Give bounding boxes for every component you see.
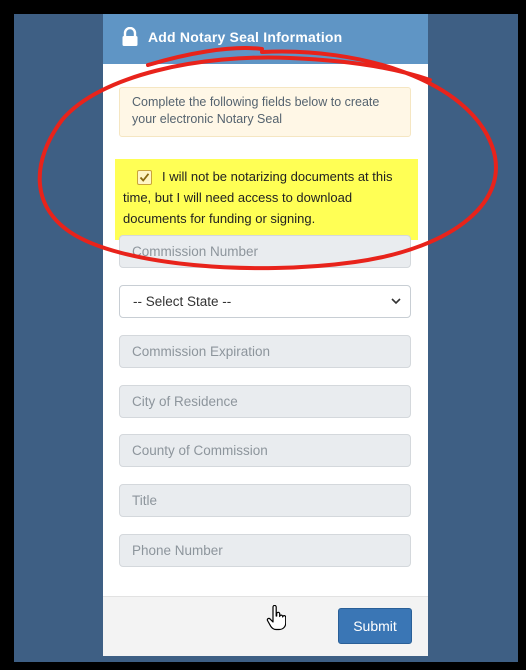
state-select-value: -- Select State --: [133, 294, 232, 309]
not-notarizing-label[interactable]: I will not be notarizing documents at th…: [123, 166, 415, 229]
title-input[interactable]: Title: [119, 484, 411, 517]
info-message: Complete the following fields below to c…: [119, 87, 411, 137]
commission-number-input[interactable]: Commission Number: [119, 235, 411, 268]
not-notarizing-highlight: I will not be notarizing documents at th…: [115, 159, 418, 240]
city-of-residence-input[interactable]: City of Residence: [119, 385, 411, 418]
submit-button[interactable]: Submit: [338, 608, 412, 644]
not-notarizing-checkbox[interactable]: [137, 170, 152, 185]
checkmark-icon: [139, 173, 150, 182]
lock-icon: [122, 27, 138, 46]
hand-cursor-icon: [266, 605, 286, 631]
phone-number-input[interactable]: Phone Number: [119, 534, 411, 567]
panel-header: Add Notary Seal Information: [103, 14, 428, 64]
county-of-commission-input[interactable]: County of Commission: [119, 434, 411, 467]
state-select[interactable]: -- Select State --: [119, 285, 411, 318]
panel-title: Add Notary Seal Information: [148, 29, 343, 45]
notary-seal-panel: Add Notary Seal Information Complete the…: [103, 14, 428, 656]
chevron-down-icon: [391, 298, 401, 305]
commission-expiration-input[interactable]: Commission Expiration: [119, 335, 411, 368]
